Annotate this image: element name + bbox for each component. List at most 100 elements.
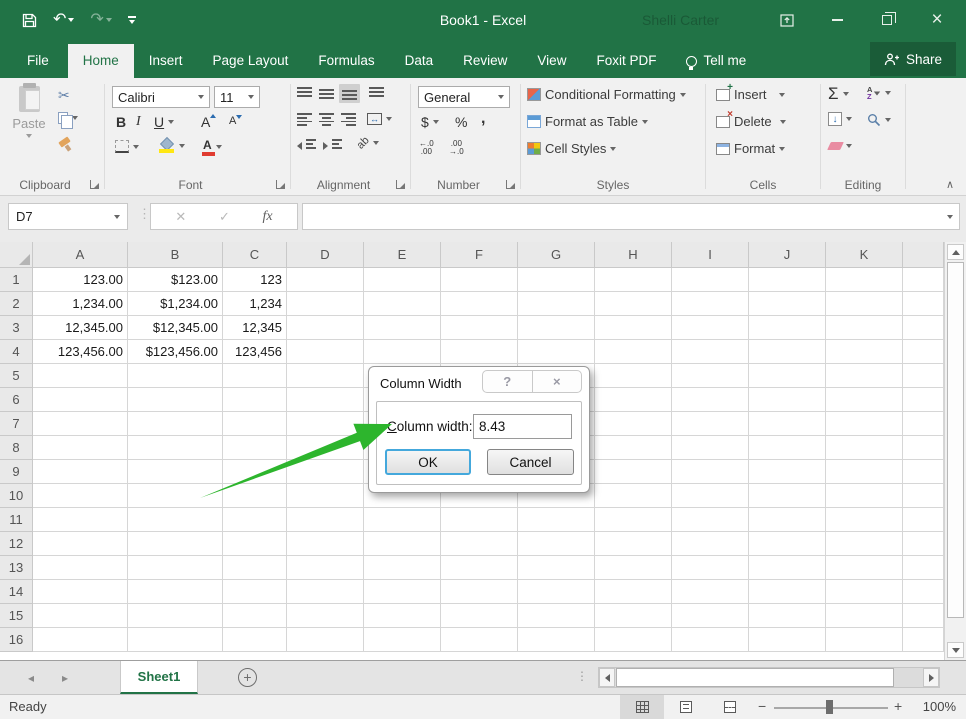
cut-button[interactable]: ✂ (58, 87, 70, 104)
cell-A4[interactable]: 123,456.00 (33, 340, 128, 364)
cell-H15[interactable] (595, 604, 672, 628)
cell-K15[interactable] (826, 604, 903, 628)
tab-home[interactable]: Home (68, 44, 134, 78)
cell-I8[interactable] (672, 436, 749, 460)
italic-button[interactable]: I (136, 114, 141, 130)
borders-button[interactable] (115, 140, 139, 153)
row-header-12[interactable]: 12 (0, 532, 33, 556)
cell-J4[interactable] (749, 340, 826, 364)
cell-partial-15[interactable] (903, 604, 944, 628)
normal-view-button[interactable] (620, 695, 664, 719)
cell-I15[interactable] (672, 604, 749, 628)
conditional-formatting-button[interactable]: Conditional Formatting (527, 87, 686, 102)
fill-color-dropdown-icon[interactable] (179, 144, 185, 148)
cell-B4[interactable]: $123,456.00 (128, 340, 223, 364)
cell-G14[interactable] (518, 580, 595, 604)
cell-J12[interactable] (749, 532, 826, 556)
alignment-dialog-launcher-icon[interactable] (396, 180, 405, 189)
cell-C13[interactable] (223, 556, 287, 580)
column-header-partial[interactable] (903, 242, 944, 268)
cell-J6[interactable] (749, 388, 826, 412)
cell-B11[interactable] (128, 508, 223, 532)
row-header-1[interactable]: 1 (0, 268, 33, 292)
cell-K5[interactable] (826, 364, 903, 388)
find-select-button[interactable] (867, 113, 891, 127)
cell-B14[interactable] (128, 580, 223, 604)
cell-K4[interactable] (826, 340, 903, 364)
cell-B6[interactable] (128, 388, 223, 412)
cell-A6[interactable] (33, 388, 128, 412)
close-button[interactable]: × (912, 0, 962, 40)
cell-C1[interactable]: 123 (223, 268, 287, 292)
row-header-3[interactable]: 3 (0, 316, 33, 340)
cell-H13[interactable] (595, 556, 672, 580)
cell-F13[interactable] (441, 556, 518, 580)
cell-D11[interactable] (287, 508, 364, 532)
bold-button[interactable]: B (116, 114, 126, 130)
column-header-D[interactable]: D (287, 242, 364, 268)
cell-H5[interactable] (595, 364, 672, 388)
cell-A13[interactable] (33, 556, 128, 580)
fill-dropdown-icon[interactable] (846, 117, 852, 121)
cell-I13[interactable] (672, 556, 749, 580)
cell-partial-5[interactable] (903, 364, 944, 388)
cell-C14[interactable] (223, 580, 287, 604)
zoom-level[interactable]: 100% (923, 699, 956, 714)
row-header-5[interactable]: 5 (0, 364, 33, 388)
cell-A11[interactable] (33, 508, 128, 532)
cell-K10[interactable] (826, 484, 903, 508)
number-format-combo[interactable]: General (418, 86, 510, 108)
sheet-tab-sheet1[interactable]: Sheet1 (120, 661, 198, 694)
cell-E4[interactable] (364, 340, 441, 364)
merge-center-button[interactable]: ↔ (367, 113, 392, 125)
cell-E1[interactable] (364, 268, 441, 292)
zoom-in-icon[interactable]: + (894, 698, 902, 714)
cell-K16[interactable] (826, 628, 903, 652)
cell-partial-4[interactable] (903, 340, 944, 364)
cell-J13[interactable] (749, 556, 826, 580)
clear-button[interactable] (829, 142, 852, 150)
cell-B5[interactable] (128, 364, 223, 388)
cell-H11[interactable] (595, 508, 672, 532)
percent-style-button[interactable]: % (455, 114, 467, 130)
cell-I7[interactable] (672, 412, 749, 436)
column-header-E[interactable]: E (364, 242, 441, 268)
cell-H16[interactable] (595, 628, 672, 652)
cell-H14[interactable] (595, 580, 672, 604)
cell-F11[interactable] (441, 508, 518, 532)
orientation-dropdown-icon[interactable] (373, 141, 379, 145)
autosum-button[interactable]: Σ (828, 85, 849, 102)
enter-entry-icon[interactable]: ✓ (219, 209, 230, 225)
cell-A10[interactable] (33, 484, 128, 508)
cell-K13[interactable] (826, 556, 903, 580)
cell-G15[interactable] (518, 604, 595, 628)
tab-foxit-pdf[interactable]: Foxit PDF (581, 44, 671, 78)
insert-cells-dropdown-icon[interactable] (779, 93, 785, 97)
underline-dropdown-icon[interactable] (168, 120, 174, 124)
row-header-15[interactable]: 15 (0, 604, 33, 628)
scroll-down-button[interactable] (947, 642, 964, 658)
cell-F1[interactable] (441, 268, 518, 292)
cell-C10[interactable] (223, 484, 287, 508)
zoom-out-icon[interactable]: − (758, 698, 766, 714)
row-header-10[interactable]: 10 (0, 484, 33, 508)
column-header-C[interactable]: C (223, 242, 287, 268)
font-color-dropdown-icon[interactable] (216, 145, 222, 149)
cell-partial-9[interactable] (903, 460, 944, 484)
cell-G12[interactable] (518, 532, 595, 556)
cell-D7[interactable] (287, 412, 364, 436)
ribbon-display-options-button[interactable] (762, 0, 812, 40)
cell-H7[interactable] (595, 412, 672, 436)
cell-A14[interactable] (33, 580, 128, 604)
cell-D12[interactable] (287, 532, 364, 556)
cell-partial-2[interactable] (903, 292, 944, 316)
cell-H9[interactable] (595, 460, 672, 484)
cell-J1[interactable] (749, 268, 826, 292)
cell-K3[interactable] (826, 316, 903, 340)
insert-cells-button[interactable]: Insert (716, 87, 785, 102)
cell-A5[interactable] (33, 364, 128, 388)
cell-B1[interactable]: $123.00 (128, 268, 223, 292)
cell-A3[interactable]: 12,345.00 (33, 316, 128, 340)
tab-review[interactable]: Review (448, 44, 522, 78)
format-as-table-button[interactable]: Format as Table (527, 114, 648, 129)
